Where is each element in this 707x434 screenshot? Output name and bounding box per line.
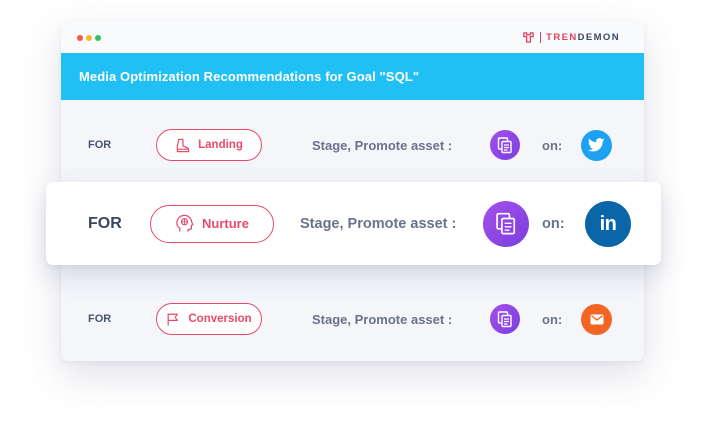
for-label: FOR xyxy=(88,313,112,325)
stage-pill-nurture[interactable]: Nurture xyxy=(150,204,274,243)
on-label: on: xyxy=(542,137,563,153)
recommendation-row-nurture: FOR Nurture Stage, Promote asset : on: i… xyxy=(46,182,661,265)
brand-logo: TRENDEMON xyxy=(522,31,620,44)
flag-icon xyxy=(167,313,179,326)
brand-name: TRENDEMON xyxy=(546,32,620,43)
trendemon-logo-icon xyxy=(523,32,534,43)
window-controls xyxy=(77,35,101,41)
stage-pill-conversion[interactable]: Conversion xyxy=(156,303,262,335)
maximize-dot[interactable] xyxy=(95,35,101,41)
channel-twitter-button[interactable] xyxy=(581,129,612,161)
document-copy-icon xyxy=(496,212,516,234)
boot-icon xyxy=(176,138,190,152)
for-label: FOR xyxy=(88,139,112,151)
document-copy-icon xyxy=(497,136,512,153)
promote-asset-label: Stage, Promote asset : xyxy=(312,137,453,153)
email-icon xyxy=(590,314,603,324)
minimize-dot[interactable] xyxy=(86,35,92,41)
stage-label: Landing xyxy=(198,139,243,151)
twitter-icon xyxy=(588,138,605,152)
stage-pill-landing[interactable]: Landing xyxy=(156,129,262,161)
asset-button[interactable] xyxy=(490,304,520,334)
window-titlebar: TRENDEMON xyxy=(61,21,644,53)
page-title: Media Optimization Recommendations for G… xyxy=(61,53,644,100)
for-label: FOR xyxy=(88,214,122,232)
asset-button[interactable] xyxy=(490,130,520,160)
stage-label: Nurture xyxy=(202,216,249,231)
stage-label: Conversion xyxy=(188,313,252,325)
promote-asset-label: Stage, Promote asset : xyxy=(312,311,453,327)
promote-asset-label: Stage, Promote asset : xyxy=(300,215,457,232)
on-label: on: xyxy=(542,215,565,232)
on-label: on: xyxy=(542,311,563,327)
recommendation-row-landing: FOR Landing Stage, Promote asset : on: xyxy=(61,120,644,170)
channel-linkedin-button[interactable]: in xyxy=(585,200,631,247)
head-brain-icon xyxy=(176,214,194,232)
linkedin-icon: in xyxy=(599,213,617,235)
document-copy-icon xyxy=(497,310,512,327)
brand-separator xyxy=(540,32,542,43)
channel-email-button[interactable] xyxy=(581,303,612,335)
close-dot[interactable] xyxy=(77,35,83,41)
asset-button[interactable] xyxy=(483,200,529,247)
recommendation-row-conversion: FOR Conversion Stage, Promote asset : on… xyxy=(61,294,644,344)
